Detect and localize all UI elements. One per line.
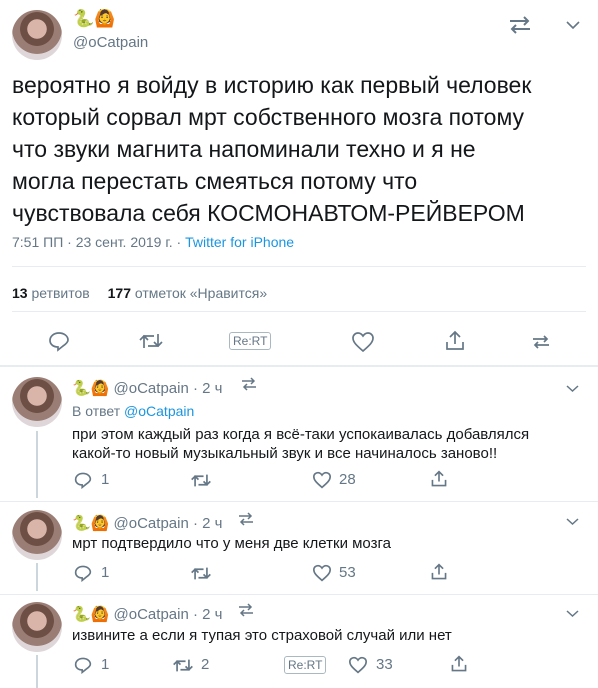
tweet-timestamp[interactable]: 7:51 ПП · 23 сент. 2019 г. (12, 234, 173, 250)
like-count[interactable]: 28 (339, 471, 356, 488)
share-icon[interactable] (430, 470, 448, 488)
reply-icon[interactable] (48, 330, 70, 352)
like-icon[interactable] (312, 564, 332, 582)
reply-to-prefix: В ответ (72, 403, 121, 419)
thread-line (36, 655, 38, 688)
reply-text: мрт подтвердило что у меня две клетки мо… (72, 535, 391, 552)
section-divider (0, 365, 598, 367)
chevron-down-icon[interactable] (566, 20, 580, 30)
thread-line (36, 563, 38, 591)
reply-time[interactable]: · 2 ч (193, 606, 223, 623)
reply-time[interactable]: · 2 ч (193, 515, 223, 532)
retweet-icon[interactable] (172, 657, 194, 674)
chevron-down-icon[interactable] (566, 517, 579, 526)
meta-separator: · (176, 234, 186, 250)
retweet-icon[interactable] (190, 565, 212, 582)
divider (0, 594, 598, 595)
likes-count[interactable]: 177 (108, 285, 131, 301)
thread-line (36, 431, 38, 498)
extension-arrows-icon[interactable] (237, 511, 255, 527)
tweet-text-line: что звуки магнита напоминали техно и я н… (12, 136, 476, 162)
reply-icon[interactable] (74, 656, 92, 674)
author-handle[interactable]: @oCatpain (114, 606, 189, 623)
tweet-meta: 7:51 ПП · 23 сент. 2019 г. · Twitter for… (12, 234, 294, 250)
author-handle[interactable]: @oCatpain (114, 380, 189, 397)
reply-text-line: при этом каждый раз когда я всё-таки усп… (72, 426, 530, 443)
tweet-text-line: который сорвал мрт собственного мозга по… (12, 104, 525, 130)
reply-count[interactable]: 1 (101, 564, 109, 581)
likes-label[interactable]: отметок «Нравится» (135, 285, 267, 301)
retweet-count[interactable]: 2 (201, 656, 209, 673)
avatar[interactable] (12, 510, 62, 560)
share-icon[interactable] (450, 655, 468, 673)
extension-arrows-icon[interactable] (240, 376, 258, 392)
reply-text: при этом каждый раз когда я всё-таки усп… (72, 425, 529, 463)
reply-icon[interactable] (74, 471, 92, 489)
chevron-down-icon[interactable] (566, 609, 579, 618)
share-icon[interactable] (430, 563, 448, 581)
author-emoji: 🐍🙆 (72, 380, 110, 397)
retweets-count[interactable]: 13 (12, 285, 28, 301)
tweet-text: вероятно я войду в историю как первый че… (12, 69, 531, 229)
author-emoji: 🐍🙆 (72, 606, 110, 623)
rert-button[interactable]: Re:RT (229, 332, 272, 350)
retweet-icon[interactable] (190, 472, 212, 489)
like-icon[interactable] (312, 471, 332, 489)
author-handle[interactable]: @oCatpain (73, 34, 148, 51)
author-emoji: 🐍🙆 (72, 515, 110, 532)
avatar[interactable] (12, 10, 62, 60)
rert-button[interactable]: Re:RT (284, 656, 327, 674)
like-icon[interactable] (351, 331, 375, 353)
extension-arrows-icon[interactable] (237, 602, 255, 618)
reply-text: извините а если я тупая это страховой сл… (72, 627, 452, 644)
reply-count[interactable]: 1 (101, 656, 109, 673)
reply-header: 🐍🙆 @oCatpain · 2 ч (72, 514, 222, 532)
reply-text-line: какой-то новый музыкальный звук и все на… (72, 445, 498, 462)
reply-time[interactable]: · 2 ч (193, 380, 223, 397)
extension-arrows-icon[interactable] (507, 13, 533, 37)
tweet-text-line: вероятно я войду в историю как первый че… (12, 72, 532, 98)
share-icon[interactable] (444, 330, 466, 352)
avatar[interactable] (12, 377, 62, 427)
divider (12, 266, 586, 267)
like-count[interactable]: 33 (376, 656, 393, 673)
reply-header: 🐍🙆 @oCatpain · 2 ч (72, 379, 222, 397)
tweet-text-line: могла перестать смеяться потому что (12, 168, 418, 194)
like-icon[interactable] (348, 656, 368, 674)
reply-header: 🐍🙆 @oCatpain · 2 ч (72, 605, 222, 623)
tweet-source[interactable]: Twitter for iPhone (185, 234, 294, 250)
reply-count[interactable]: 1 (101, 471, 109, 488)
tweet-text-line: чувствовала себя КОСМОНАВТОМ-РЕЙВЕРОМ (12, 200, 525, 226)
divider (0, 501, 598, 502)
reply-to-handle[interactable]: @oCatpain (124, 403, 194, 419)
avatar[interactable] (12, 602, 62, 652)
chevron-down-icon[interactable] (566, 384, 579, 393)
like-count[interactable]: 53 (339, 564, 356, 581)
tweet-stats: 13 ретвитов 177 отметок «Нравится» (12, 285, 267, 301)
retweets-label[interactable]: ретвитов (31, 285, 89, 301)
retweet-icon[interactable] (138, 331, 164, 351)
divider (12, 311, 586, 312)
reply-icon[interactable] (74, 564, 92, 582)
reply-to: В ответ @oCatpain (72, 403, 194, 419)
author-handle[interactable]: @oCatpain (114, 515, 189, 532)
extension-arrows-icon[interactable] (530, 331, 552, 353)
author-emoji: 🐍🙆 (73, 9, 116, 28)
